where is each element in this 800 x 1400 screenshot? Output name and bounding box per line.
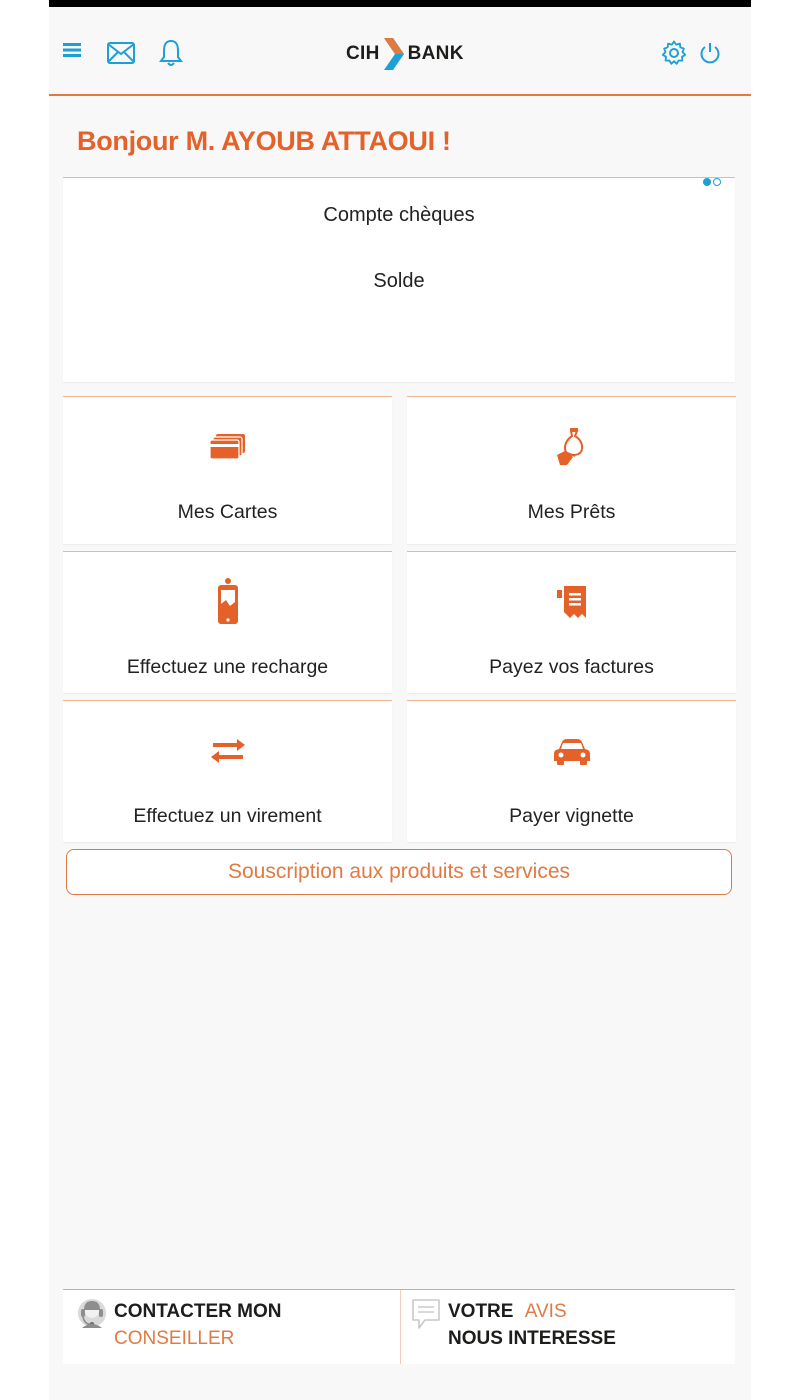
tile-recharge[interactable]: Effectuez une recharge bbox=[63, 551, 392, 693]
tile-label: Mes Prêts bbox=[527, 501, 616, 523]
credit-cards-icon bbox=[63, 433, 392, 461]
tile-factures[interactable]: Payez vos factures bbox=[407, 551, 736, 693]
logo-text-right: BANK bbox=[407, 43, 464, 64]
tile-mes-cartes[interactable]: Mes Cartes bbox=[63, 396, 392, 544]
status-bar bbox=[49, 0, 751, 7]
opinion-line-1: VOTRE AVIS bbox=[448, 1301, 567, 1323]
contact-advisor-button[interactable]: CONTACTER MON CONSEILLER bbox=[63, 1290, 399, 1364]
tile-vignette[interactable]: Payer vignette bbox=[407, 700, 736, 842]
tile-label: Mes Cartes bbox=[177, 501, 278, 523]
contact-line-2: CONSEILLER bbox=[114, 1328, 235, 1349]
opinion-word-votre: VOTRE bbox=[448, 1301, 514, 1322]
pager-dot-active[interactable] bbox=[703, 178, 711, 186]
hamburger-menu-icon[interactable] bbox=[63, 42, 81, 63]
invoice-icon bbox=[407, 586, 736, 618]
power-icon[interactable] bbox=[699, 41, 721, 70]
top-header: CIH BANK bbox=[49, 7, 751, 96]
tile-label: Payez vos factures bbox=[489, 656, 654, 678]
account-card[interactable]: Compte chèques Solde bbox=[63, 177, 735, 382]
envelope-icon[interactable] bbox=[107, 42, 135, 69]
app-screen: CIH BANK Bonjour M. AYOUB ATTAOUI ! Comp… bbox=[49, 0, 751, 1400]
subscribe-button[interactable]: Souscription aux produits et services bbox=[66, 849, 732, 895]
opinion-word-avis: AVIS bbox=[524, 1301, 567, 1322]
tile-label: Effectuez une recharge bbox=[126, 656, 329, 678]
logo-text-left: CIH bbox=[346, 43, 380, 64]
bell-icon[interactable] bbox=[159, 39, 183, 72]
tile-mes-prets[interactable]: Mes Prêts bbox=[407, 396, 736, 544]
greeting-title: Bonjour M. AYOUB ATTAOUI ! bbox=[77, 126, 451, 156]
tile-virement[interactable]: Effectuez un virement bbox=[63, 700, 392, 842]
opinion-line-2: NOUS INTERESSE bbox=[448, 1328, 616, 1349]
mobile-phone-icon bbox=[63, 578, 392, 626]
tile-label: Payer vignette bbox=[509, 805, 634, 827]
money-bag-hand-icon bbox=[407, 427, 736, 467]
feedback-button[interactable]: VOTRE AVIS NOUS INTERESSE bbox=[400, 1290, 736, 1364]
contact-line-1: CONTACTER MON bbox=[114, 1301, 282, 1322]
speech-bubble-icon bbox=[411, 1298, 441, 1335]
tile-label: Effectuez un virement bbox=[133, 805, 322, 827]
carousel-pager[interactable] bbox=[703, 178, 721, 186]
logo-mark-icon bbox=[383, 38, 404, 70]
cih-bank-logo: CIH BANK bbox=[346, 37, 464, 71]
transfer-arrows-icon bbox=[63, 739, 392, 763]
advisor-headset-icon bbox=[76, 1298, 108, 1337]
car-icon bbox=[407, 739, 736, 765]
gear-icon[interactable] bbox=[661, 40, 687, 71]
account-title: Compte chèques bbox=[323, 204, 475, 226]
balance-label: Solde bbox=[373, 270, 425, 292]
footer-bar: CONTACTER MON CONSEILLER VOTRE AVIS NOUS… bbox=[63, 1289, 735, 1364]
pager-dot[interactable] bbox=[713, 178, 721, 186]
